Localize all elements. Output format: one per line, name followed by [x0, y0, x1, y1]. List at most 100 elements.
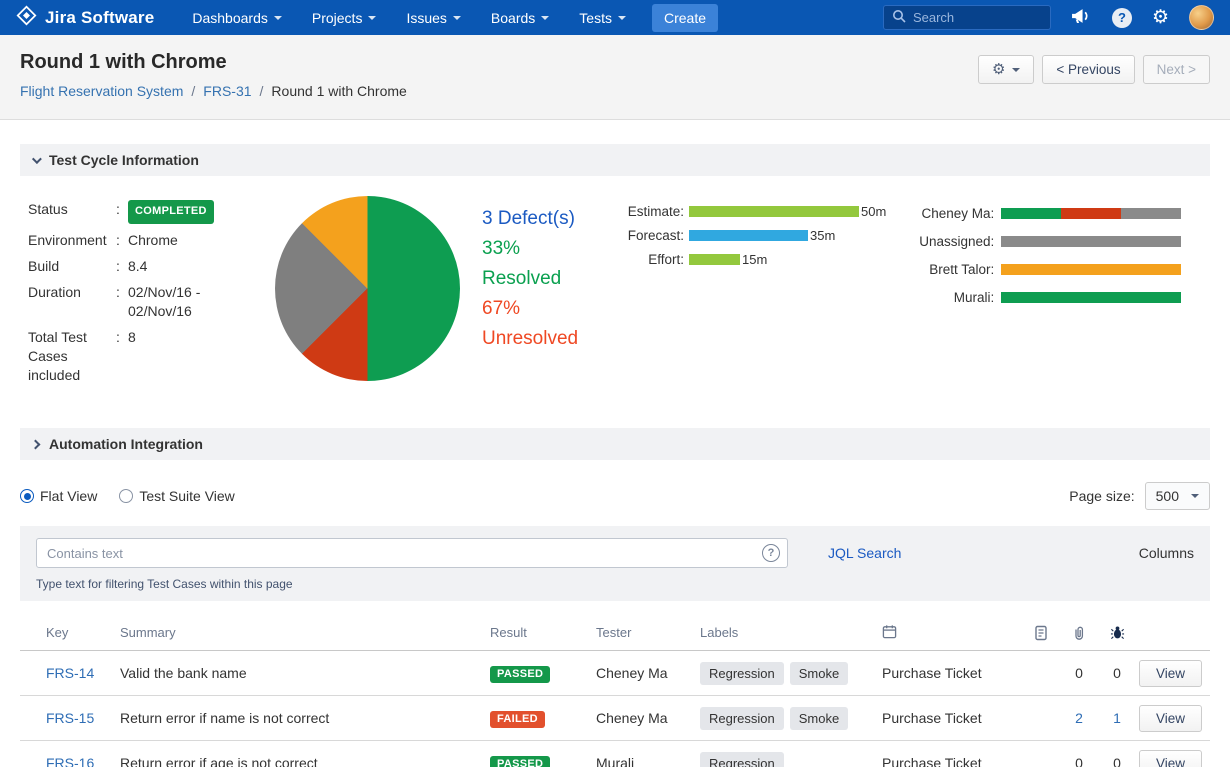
- testcase-key-link[interactable]: FRS-15: [46, 710, 94, 726]
- cycle-settings-button[interactable]: ⚙: [978, 55, 1034, 84]
- view-button[interactable]: View: [1139, 660, 1202, 687]
- chevron-down-icon: [1012, 68, 1020, 72]
- jira-logo[interactable]: Jira Software: [16, 5, 154, 31]
- breadcrumb-separator: /: [260, 83, 264, 99]
- requirement-text: Purchase Ticket: [882, 755, 1022, 767]
- status-badge: COMPLETED: [128, 200, 214, 224]
- chevron-down-icon: [1191, 494, 1199, 498]
- result-badge: PASSED: [490, 756, 550, 767]
- nav-dashboards[interactable]: Dashboards: [192, 10, 282, 26]
- tester-stacked-bar: [1001, 264, 1181, 275]
- tester-stacked-bar: [1001, 236, 1181, 247]
- announcement-icon[interactable]: [1071, 8, 1092, 27]
- chevron-down-icon: [541, 16, 549, 20]
- defect-count: 0: [1098, 755, 1136, 767]
- col-key: Key: [20, 625, 120, 640]
- breadcrumb-separator: /: [191, 83, 195, 99]
- automation-section-header[interactable]: Automation Integration: [20, 428, 1210, 460]
- tester-progress-row: Unassigned:: [902, 234, 1181, 249]
- requirement-text: Purchase Ticket: [882, 665, 1022, 681]
- previous-button[interactable]: < Previous: [1042, 55, 1134, 84]
- testcase-summary: Valid the bank name: [120, 665, 490, 681]
- attachment-count: 0: [1060, 755, 1098, 767]
- cycle-info-section-header[interactable]: Test Cycle Information: [20, 144, 1210, 176]
- breadcrumb-issue-link[interactable]: FRS-31: [203, 83, 251, 99]
- tester-stacked-bar: [1001, 292, 1181, 303]
- label-chip: Regression: [700, 662, 784, 685]
- help-icon[interactable]: ?: [1112, 8, 1132, 28]
- attachment-count[interactable]: 2: [1060, 710, 1098, 726]
- page-size-label: Page size:: [1069, 488, 1134, 504]
- breadcrumb-current: Round 1 with Chrome: [271, 83, 406, 99]
- top-navbar: Jira Software Dashboards Projects Issues…: [0, 0, 1230, 35]
- defect-count: 0: [1098, 665, 1136, 681]
- global-search[interactable]: [883, 5, 1051, 30]
- effort-bar: [689, 254, 740, 265]
- table-row: FRS-14 Valid the bank name PASSED Cheney…: [20, 651, 1210, 696]
- calendar-icon: [882, 624, 1022, 642]
- tester-name: Cheney Ma: [596, 665, 700, 681]
- defects-count-link[interactable]: 3 Defect(s): [482, 208, 575, 229]
- cycle-fields: Status : COMPLETED Environment : Chrome …: [28, 192, 253, 392]
- gear-icon[interactable]: ⚙: [1152, 8, 1169, 27]
- table-row: FRS-16 Return error if age is not correc…: [20, 741, 1210, 767]
- testcase-key-link[interactable]: FRS-16: [46, 755, 94, 767]
- label-chip: Smoke: [790, 662, 848, 685]
- create-button[interactable]: Create: [652, 4, 718, 32]
- col-tester: Tester: [596, 625, 700, 640]
- filter-panel: ? JQL Search Columns Type text for filte…: [20, 526, 1210, 601]
- header-actions: ⚙ < Previous Next >: [978, 55, 1210, 84]
- jql-search-link[interactable]: JQL Search: [828, 545, 901, 561]
- page-header: Round 1 with Chrome Flight Reservation S…: [0, 35, 1230, 120]
- label-chip: Regression: [700, 707, 784, 730]
- brand-text: Jira Software: [45, 8, 154, 28]
- collapse-chevron-icon: [32, 154, 42, 164]
- columns-button[interactable]: Columns: [1139, 545, 1194, 561]
- contains-text-input[interactable]: [36, 538, 788, 568]
- search-icon: [892, 9, 906, 26]
- estimate-bar: [689, 206, 859, 217]
- filter-help-text: Type text for filtering Test Cases withi…: [36, 577, 1194, 591]
- testcase-key-link[interactable]: FRS-14: [46, 665, 94, 681]
- view-button[interactable]: View: [1139, 750, 1202, 767]
- tester-name: Cheney Ma: [596, 710, 700, 726]
- flat-view-radio[interactable]: Flat View: [20, 488, 97, 504]
- nav-boards[interactable]: Boards: [491, 10, 549, 26]
- chevron-down-icon: [274, 16, 282, 20]
- page-title: Round 1 with Chrome: [20, 51, 407, 74]
- view-controls: Flat View Test Suite View Page size: 500: [0, 460, 1230, 522]
- test-cases-table: Key Summary Result Tester Labels FRS-14 …: [20, 615, 1210, 767]
- view-button[interactable]: View: [1139, 705, 1202, 732]
- chevron-down-icon: [368, 16, 376, 20]
- bug-icon: [1098, 625, 1136, 640]
- defect-count[interactable]: 1: [1098, 710, 1136, 726]
- test-suite-view-radio[interactable]: Test Suite View: [119, 488, 234, 504]
- nav-projects[interactable]: Projects: [312, 10, 377, 26]
- field-duration: Duration : 02/Nov/16 - 02/Nov/16: [28, 283, 253, 321]
- section-title: Automation Integration: [49, 436, 203, 452]
- nav-tests[interactable]: Tests: [579, 10, 626, 26]
- page-size-select[interactable]: 500: [1145, 482, 1210, 510]
- tester-progress-chart: Cheney Ma: Unassigned: Brett Talor: Mura…: [902, 192, 1181, 392]
- search-input[interactable]: [913, 10, 1033, 25]
- next-button[interactable]: Next >: [1143, 55, 1210, 84]
- field-build: Build : 8.4: [28, 257, 253, 276]
- chevron-down-icon: [453, 16, 461, 20]
- field-total-test-cases: Total Test Cases included : 8: [28, 328, 253, 385]
- chevron-down-icon: [618, 16, 626, 20]
- nav-right: ? ⚙: [883, 5, 1214, 30]
- tester-progress-row: Murali:: [902, 290, 1181, 305]
- defects-unresolved: 67% Unresolved: [482, 294, 594, 354]
- tester-stacked-bar: [1001, 208, 1181, 219]
- forecast-row: Forecast: 35m: [620, 228, 886, 243]
- nav-issues[interactable]: Issues: [406, 10, 460, 26]
- forecast-bar: [689, 230, 808, 241]
- field-environment: Environment : Chrome: [28, 231, 253, 250]
- label-chip: Regression: [700, 752, 784, 767]
- nav-menus: Dashboards Projects Issues Boards Tests: [192, 10, 626, 26]
- col-result: Result: [490, 625, 596, 640]
- filter-help-icon[interactable]: ?: [762, 544, 780, 562]
- execution-pie-chart: [275, 196, 460, 381]
- breadcrumb-project-link[interactable]: Flight Reservation System: [20, 83, 183, 99]
- user-avatar[interactable]: [1189, 5, 1214, 30]
